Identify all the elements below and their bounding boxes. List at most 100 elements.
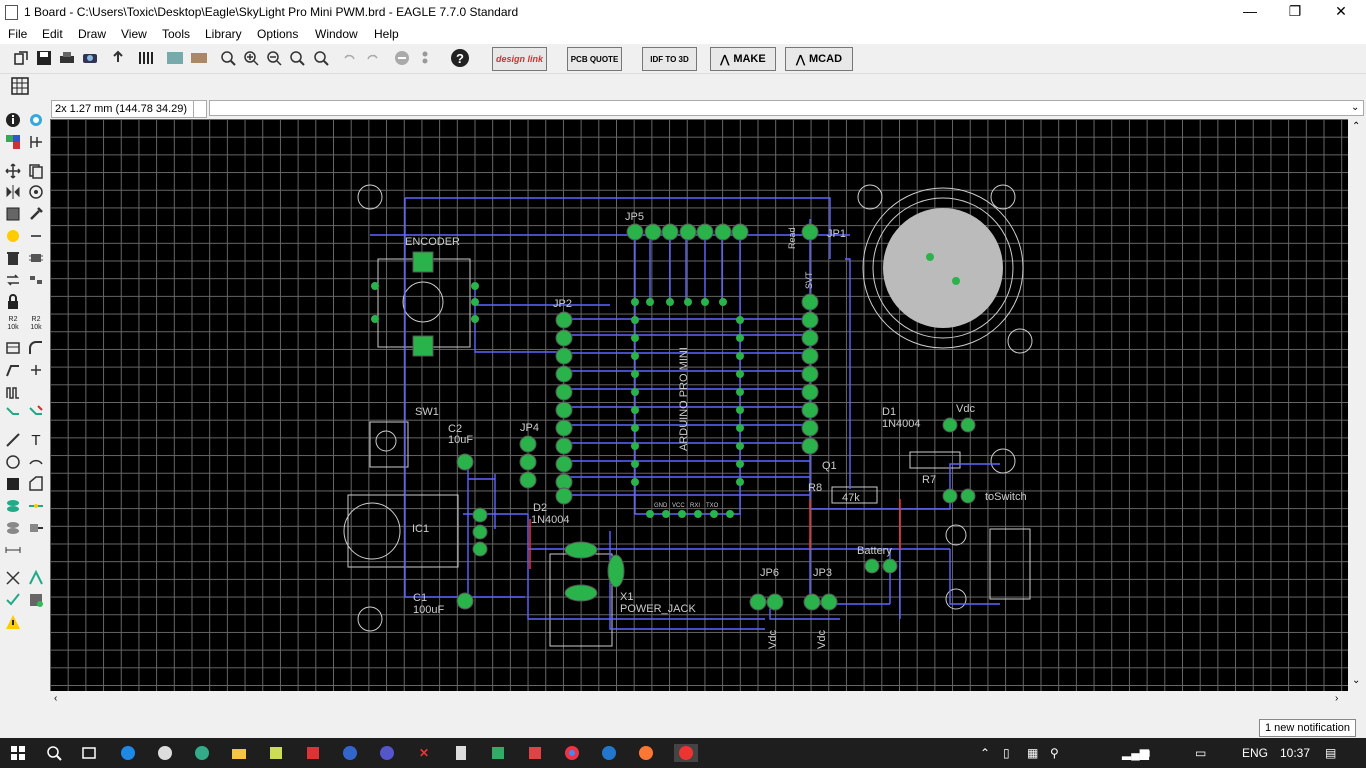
app-icon[interactable]: [600, 744, 618, 762]
pcb-quote-button[interactable]: PCB QUOTE: [567, 47, 622, 71]
mcad-button[interactable]: ⋀ MCAD: [785, 47, 853, 71]
go-icon[interactable]: [416, 49, 434, 67]
undo-icon[interactable]: [340, 49, 358, 67]
signal-icon[interactable]: [27, 497, 45, 515]
menu-edit[interactable]: Edit: [42, 27, 63, 41]
trash-icon[interactable]: [4, 249, 22, 267]
maximize-button[interactable]: ❐: [1272, 0, 1318, 24]
scroll-up-icon[interactable]: ⌃: [1352, 121, 1360, 132]
hole-icon[interactable]: [4, 519, 22, 537]
add-part-icon[interactable]: [27, 249, 45, 267]
edge-icon[interactable]: [119, 744, 137, 762]
zoom-in-icon[interactable]: [242, 49, 260, 67]
attribute-icon[interactable]: [27, 519, 45, 537]
windows-start-icon[interactable]: [9, 744, 27, 762]
tray-icon[interactable]: ▦: [1027, 746, 1038, 760]
info-icon[interactable]: [4, 111, 22, 129]
firefox-icon[interactable]: [637, 744, 655, 762]
horizontal-scrollbar[interactable]: ‹ ›: [50, 691, 1348, 708]
polygon-icon[interactable]: [27, 475, 45, 493]
app-icon[interactable]: [341, 744, 359, 762]
value-tool[interactable]: R2 10k: [27, 315, 45, 333]
task-view-icon[interactable]: [80, 744, 98, 762]
open-icon[interactable]: [12, 49, 30, 67]
app-icon[interactable]: [378, 744, 396, 762]
zoom-redraw-icon[interactable]: [288, 49, 306, 67]
ratsnest-icon[interactable]: [4, 569, 22, 587]
close-button[interactable]: ✕: [1318, 0, 1364, 24]
redo-icon[interactable]: [364, 49, 382, 67]
minimize-button[interactable]: —: [1227, 0, 1273, 24]
dimension-icon[interactable]: [4, 541, 22, 559]
paste-icon[interactable]: [4, 227, 22, 245]
clock[interactable]: 10:37: [1280, 746, 1310, 760]
scroll-right-icon[interactable]: ›: [1335, 693, 1338, 704]
board-icon[interactable]: [190, 49, 208, 67]
action-center-icon[interactable]: ▤: [1325, 746, 1336, 760]
network-icon[interactable]: ▂▄▆: [1122, 746, 1149, 760]
drc-icon[interactable]: [4, 591, 22, 609]
zoom-select-icon[interactable]: [312, 49, 330, 67]
save-icon[interactable]: [35, 49, 53, 67]
menu-library[interactable]: Library: [205, 27, 242, 41]
rotate-icon[interactable]: [27, 183, 45, 201]
zoom-out-icon[interactable]: [265, 49, 283, 67]
make-button[interactable]: ⋀ MAKE: [710, 47, 776, 71]
battery-icon[interactable]: ▭: [1195, 746, 1206, 760]
split-icon[interactable]: [4, 361, 22, 379]
menu-help[interactable]: Help: [374, 27, 399, 41]
copy-icon[interactable]: [27, 162, 45, 180]
change-icon[interactable]: [27, 205, 45, 223]
menu-tools[interactable]: Tools: [162, 27, 190, 41]
command-history-button[interactable]: [193, 100, 207, 118]
meander-icon[interactable]: [4, 383, 22, 401]
menu-view[interactable]: View: [121, 27, 147, 41]
wire-icon[interactable]: [4, 431, 22, 449]
notification-toast[interactable]: 1 new notification: [1259, 719, 1356, 737]
route-icon[interactable]: [4, 403, 22, 421]
delete-icon[interactable]: [27, 227, 45, 245]
volume-icon[interactable]: 🔈︎: [1146, 746, 1153, 761]
chevron-down-icon[interactable]: ⌄: [1351, 102, 1359, 113]
errors-icon[interactable]: [27, 591, 45, 609]
menu-file[interactable]: File: [8, 27, 27, 41]
smash-icon[interactable]: [4, 339, 22, 357]
scroll-down-icon[interactable]: ⌄: [1352, 675, 1360, 686]
autorouter-icon[interactable]: [27, 569, 45, 587]
eagle-icon[interactable]: [674, 744, 698, 762]
circle-icon[interactable]: [4, 453, 22, 471]
tray-icon[interactable]: ▯: [1003, 746, 1010, 760]
app-icon[interactable]: [526, 744, 544, 762]
cam-processor-icon[interactable]: [81, 49, 99, 67]
app-icon[interactable]: [304, 744, 322, 762]
tray-chevron-icon[interactable]: ⌃: [980, 746, 990, 760]
show-icon[interactable]: [27, 111, 45, 129]
group-icon[interactable]: [4, 205, 22, 223]
upload-icon[interactable]: [109, 49, 127, 67]
app-icon[interactable]: [267, 744, 285, 762]
optimize-icon[interactable]: [27, 361, 45, 379]
stop-icon[interactable]: [393, 49, 411, 67]
command-input[interactable]: [209, 100, 1364, 116]
menu-window[interactable]: Window: [315, 27, 358, 41]
arc-icon[interactable]: [27, 453, 45, 471]
app-icon[interactable]: [156, 744, 174, 762]
menu-draw[interactable]: Draw: [78, 27, 106, 41]
language-indicator[interactable]: ENG: [1242, 746, 1268, 760]
print-icon[interactable]: [58, 49, 76, 67]
schematic-icon[interactable]: [166, 49, 184, 67]
chrome-icon[interactable]: [563, 744, 581, 762]
move-icon[interactable]: [4, 162, 22, 180]
vertical-scrollbar[interactable]: ⌃ ⌄: [1348, 119, 1366, 691]
ripup-icon[interactable]: [27, 403, 45, 421]
rectangle-icon[interactable]: [4, 475, 22, 493]
menu-options[interactable]: Options: [257, 27, 298, 41]
help-icon[interactable]: ?: [451, 49, 469, 67]
text-icon[interactable]: T: [27, 431, 45, 449]
grid-icon[interactable]: [11, 77, 29, 95]
display-icon[interactable]: [4, 133, 22, 151]
search-icon[interactable]: [45, 744, 63, 762]
ulp-icon[interactable]: [138, 49, 156, 67]
replace-icon[interactable]: [4, 271, 22, 289]
design-link-button[interactable]: design link: [492, 47, 547, 71]
